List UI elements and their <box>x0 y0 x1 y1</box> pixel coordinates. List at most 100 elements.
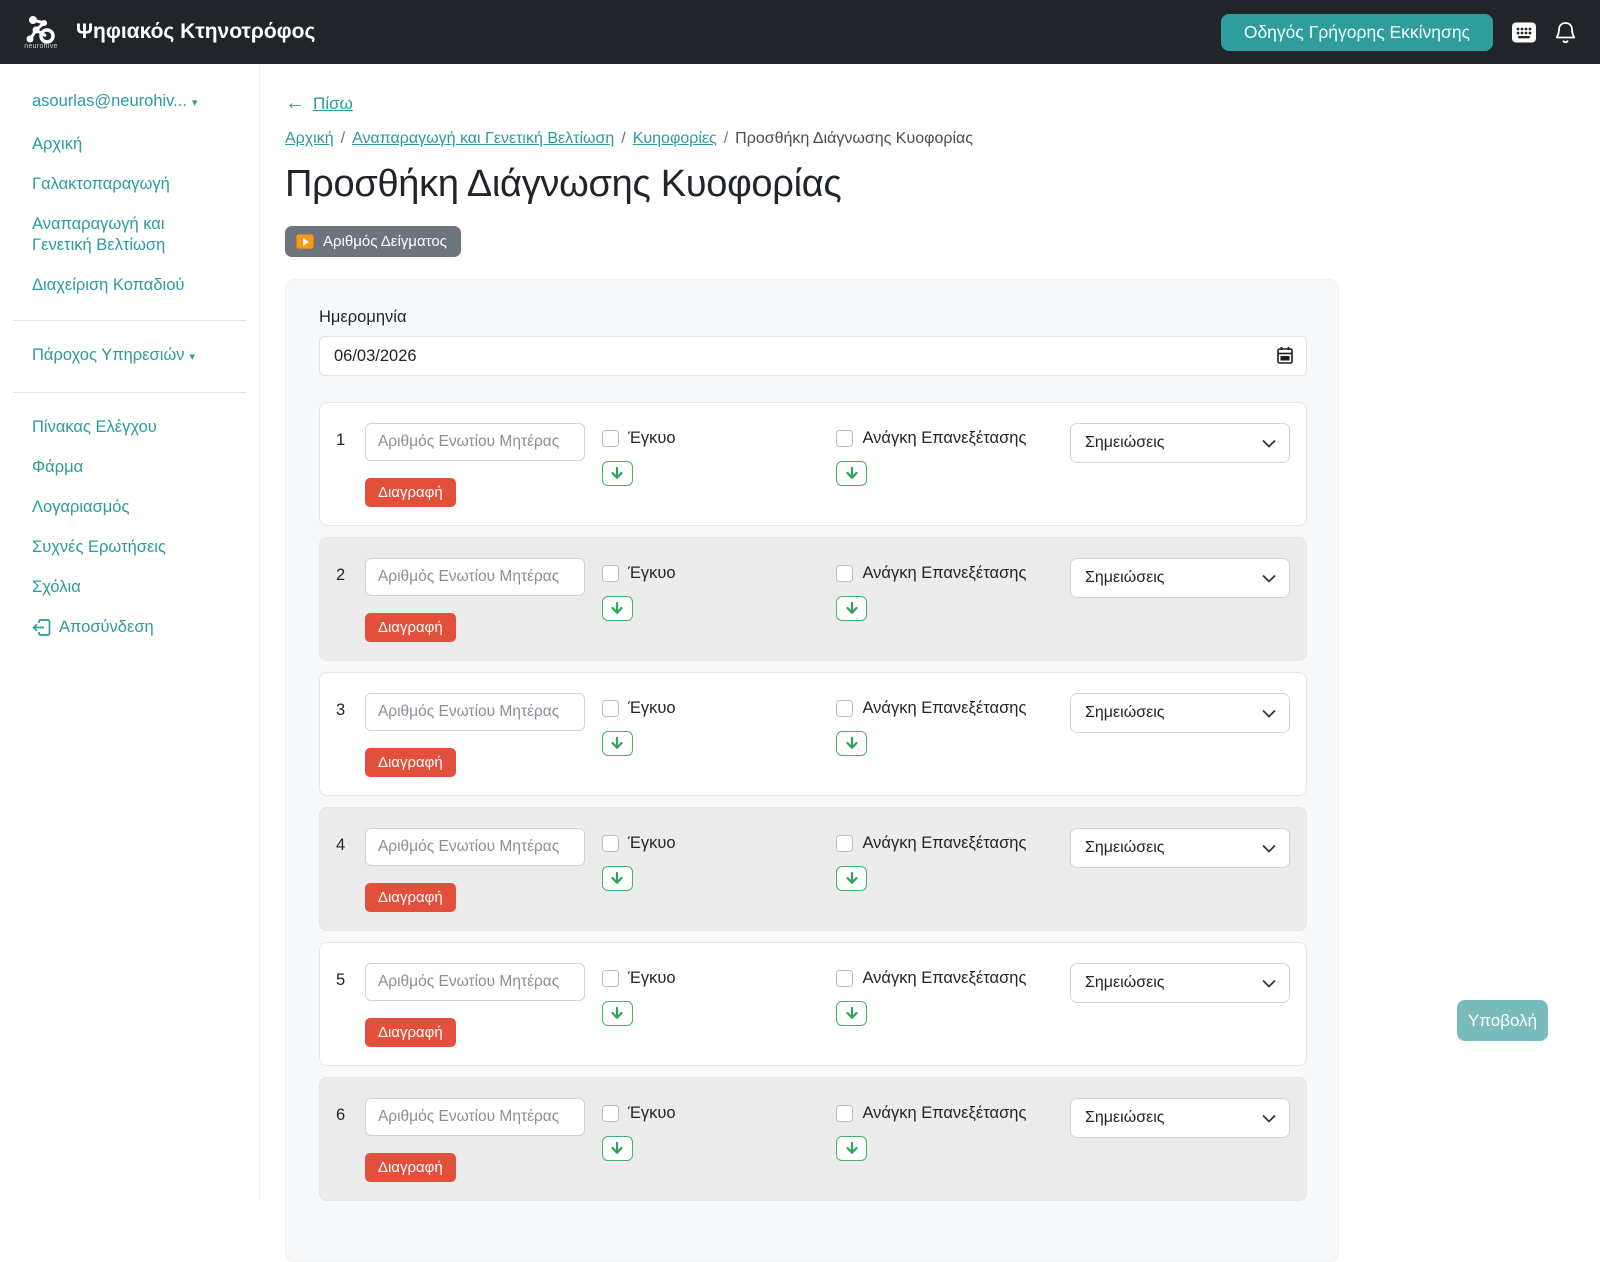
sample-number-button[interactable]: Αριθμός Δείγματος <box>285 226 461 257</box>
date-value: 06/03/2026 <box>334 347 417 366</box>
pregnant-checkbox[interactable] <box>602 430 619 447</box>
delete-row-button[interactable]: Διαγραφή <box>365 883 456 912</box>
copy-recheck-down-button[interactable] <box>836 731 867 756</box>
recheck-checkbox[interactable] <box>836 970 853 987</box>
sidebar: asourlas@neurohiv...▾ Αρχική Γαλακτοπαρα… <box>0 64 260 1200</box>
copy-recheck-down-button[interactable] <box>836 1001 867 1026</box>
recheck-checkbox[interactable] <box>836 835 853 852</box>
diagnosis-row: 1 Διαγραφή Έγκυο Ανάγκη Επανεξέτασης <box>319 402 1307 526</box>
pregnant-label: Έγκυο <box>628 564 676 583</box>
copy-pregnant-down-button[interactable] <box>602 1136 633 1161</box>
copy-pregnant-down-button[interactable] <box>602 1001 633 1026</box>
diagnosis-row: 3 Διαγραφή Έγκυο Ανάγκη Επανεξέτασης <box>319 672 1307 796</box>
breadcrumb-current: Προσθήκη Διάγνωσης Κυοφορίας <box>735 130 973 148</box>
mother-ear-tag-input[interactable] <box>365 1098 585 1136</box>
delete-row-button[interactable]: Διαγραφή <box>365 748 456 777</box>
copy-recheck-down-button[interactable] <box>836 596 867 621</box>
back-link[interactable]: Πίσω <box>313 94 353 114</box>
chevron-down-icon: ▾ <box>192 97 198 109</box>
sidebar-user-menu[interactable]: asourlas@neurohiv...▾ <box>0 91 259 114</box>
sidebar-service-provider-menu[interactable]: Πάροχος Υπηρεσιών▾ <box>0 345 259 368</box>
sidebar-item-herd-management[interactable]: Διαχείριση Κοπαδιού <box>0 275 259 296</box>
copy-pregnant-down-button[interactable] <box>602 866 633 891</box>
pregnant-label: Έγκυο <box>628 1104 676 1123</box>
chevron-down-icon <box>1262 1114 1276 1123</box>
copy-pregnant-down-button[interactable] <box>602 731 633 756</box>
copy-pregnant-down-button[interactable] <box>602 461 633 486</box>
keyboard-icon[interactable] <box>1511 21 1537 44</box>
sidebar-item-feedback[interactable]: Σχόλια <box>0 577 259 598</box>
mother-ear-tag-input[interactable] <box>365 558 585 596</box>
video-play-icon <box>296 234 314 249</box>
app-title: Ψηφιακός Κτηνοτρόφος <box>76 20 315 44</box>
row-number: 6 <box>336 1098 365 1125</box>
notes-select-value: Σημειώσεις <box>1085 569 1164 587</box>
pregnant-checkbox[interactable] <box>602 835 619 852</box>
notes-select[interactable]: Σημειώσεις <box>1070 963 1290 1003</box>
delete-row-button[interactable]: Διαγραφή <box>365 613 456 642</box>
sidebar-item-home[interactable]: Αρχική <box>0 134 259 155</box>
neurohive-logo-icon <box>24 14 58 46</box>
arrow-down-icon <box>611 872 623 885</box>
notes-select[interactable]: Σημειώσεις <box>1070 693 1290 733</box>
notes-select[interactable]: Σημειώσεις <box>1070 558 1290 598</box>
copy-recheck-down-button[interactable] <box>836 866 867 891</box>
arrow-down-icon <box>846 737 858 750</box>
pregnant-label: Έγκυο <box>628 834 676 853</box>
recheck-checkbox[interactable] <box>836 1105 853 1122</box>
date-input[interactable]: 06/03/2026 <box>319 336 1307 376</box>
diagnosis-row: 2 Διαγραφή Έγκυο Ανάγκη Επανεξέτασης <box>319 537 1307 661</box>
submit-button[interactable]: Υποβολή <box>1457 1000 1548 1041</box>
diagnosis-form-panel: Ημερομηνία 06/03/2026 1 Διαγραφή Έγκυο <box>285 279 1339 1262</box>
recheck-label: Ανάγκη Επανεξέτασης <box>862 699 1026 718</box>
pregnant-checkbox[interactable] <box>602 1105 619 1122</box>
sidebar-item-milk-production[interactable]: Γαλακτοπαραγωγή <box>0 174 259 195</box>
mother-ear-tag-input[interactable] <box>365 423 585 461</box>
notes-select[interactable]: Σημειώσεις <box>1070 828 1290 868</box>
chevron-down-icon <box>1262 844 1276 853</box>
recheck-checkbox[interactable] <box>836 565 853 582</box>
notifications-bell-icon[interactable] <box>1555 20 1576 44</box>
sidebar-item-logout[interactable]: Αποσύνδεση <box>0 617 259 638</box>
arrow-down-icon <box>611 737 623 750</box>
delete-row-button[interactable]: Διαγραφή <box>365 1153 456 1182</box>
copy-recheck-down-button[interactable] <box>836 461 867 486</box>
chevron-down-icon <box>1262 574 1276 583</box>
sidebar-item-faq[interactable]: Συχνές Ερωτήσεις <box>0 537 259 558</box>
notes-select-value: Σημειώσεις <box>1085 434 1164 452</box>
copy-recheck-down-button[interactable] <box>836 1136 867 1161</box>
sidebar-item-farm[interactable]: Φάρμα <box>0 457 259 478</box>
mother-ear-tag-input[interactable] <box>365 693 585 731</box>
sidebar-divider <box>13 392 246 393</box>
recheck-label: Ανάγκη Επανεξέτασης <box>862 969 1026 988</box>
page-title: Προσθήκη Διάγνωσης Κυοφορίας <box>285 163 1600 206</box>
delete-row-button[interactable]: Διαγραφή <box>365 478 456 507</box>
notes-select[interactable]: Σημειώσεις <box>1070 423 1290 463</box>
copy-pregnant-down-button[interactable] <box>602 596 633 621</box>
arrow-down-icon <box>846 872 858 885</box>
breadcrumb-home[interactable]: Αρχική <box>285 130 334 148</box>
pregnant-checkbox[interactable] <box>602 565 619 582</box>
chevron-down-icon: ▾ <box>190 351 196 363</box>
mother-ear-tag-input[interactable] <box>365 828 585 866</box>
row-number: 5 <box>336 963 365 990</box>
sidebar-item-dashboard[interactable]: Πίνακας Ελέγχου <box>0 417 259 438</box>
breadcrumb-pregnancies[interactable]: Κυηοφορίες <box>633 130 717 148</box>
notes-select[interactable]: Σημειώσεις <box>1070 1098 1290 1138</box>
sidebar-item-reproduction[interactable]: Αναπαραγωγή και Γενετική Βελτίωση <box>0 214 200 256</box>
chevron-down-icon <box>1262 709 1276 718</box>
main-content: ← Πίσω Αρχική / Αναπαραγωγή και Γενετική… <box>260 64 1600 1200</box>
mother-ear-tag-input[interactable] <box>365 963 585 1001</box>
pregnant-checkbox[interactable] <box>602 700 619 717</box>
quick-start-guide-button[interactable]: Οδηγός Γρήγορης Εκκίνησης <box>1221 14 1493 51</box>
rows-container: 1 Διαγραφή Έγκυο Ανάγκη Επανεξέτασης <box>319 402 1305 1201</box>
recheck-checkbox[interactable] <box>836 700 853 717</box>
breadcrumb-reproduction[interactable]: Αναπαραγωγή και Γενετική Βελτίωση <box>352 130 614 148</box>
sidebar-item-account[interactable]: Λογαριασμός <box>0 497 259 518</box>
delete-row-button[interactable]: Διαγραφή <box>365 1018 456 1047</box>
pregnant-checkbox[interactable] <box>602 970 619 987</box>
recheck-checkbox[interactable] <box>836 430 853 447</box>
neurohive-logo-caption: neurohive <box>24 43 57 50</box>
date-label: Ημερομηνία <box>319 308 1305 327</box>
chevron-down-icon <box>1262 439 1276 448</box>
